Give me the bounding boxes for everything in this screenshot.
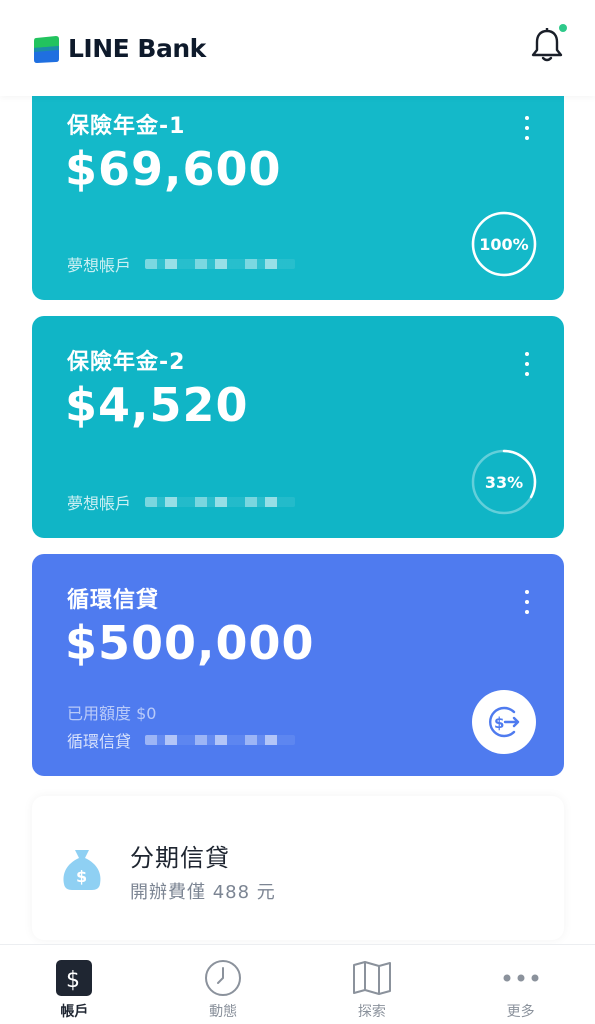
tab-explore[interactable]: 探索 bbox=[312, 945, 432, 1024]
bell-icon bbox=[531, 28, 563, 62]
account-label: 夢想帳戶 bbox=[67, 256, 132, 275]
tab-label: 帳戶 bbox=[60, 1004, 89, 1020]
card-title: 保險年金-2 bbox=[67, 350, 186, 375]
more-dots-icon bbox=[501, 959, 541, 997]
card-title: 循環信貸 bbox=[67, 588, 160, 613]
map-icon bbox=[352, 959, 392, 997]
installment-loan-card[interactable]: $ 分期信貸 開辦費僅 488 元 bbox=[32, 796, 564, 940]
notification-dot bbox=[559, 24, 567, 32]
line-bank-logo-icon bbox=[32, 34, 59, 63]
line-bank-logo[interactable]: LINE Bank bbox=[32, 34, 206, 63]
card-amount: $4,520 bbox=[65, 378, 249, 432]
card-account: 循環信貸 bbox=[67, 728, 296, 752]
tab-activity[interactable]: 動態 bbox=[163, 945, 283, 1024]
tab-label: 動態 bbox=[209, 1004, 238, 1020]
clock-icon bbox=[203, 959, 243, 997]
tab-label: 更多 bbox=[506, 1004, 535, 1020]
tab-more[interactable]: 更多 bbox=[461, 945, 581, 1024]
account-label: 循環信貸 bbox=[67, 732, 132, 751]
revolving-credit-card[interactable]: 循環信貸 $500,000 已用額度 $0 循環信貸 $ bbox=[32, 554, 564, 776]
progress-label: 100% bbox=[479, 234, 529, 254]
app-header: LINE Bank bbox=[0, 0, 595, 96]
dollar-transfer-icon: $ bbox=[489, 706, 520, 738]
used-limit: 已用額度 $0 bbox=[67, 704, 157, 723]
progress-label: 33% bbox=[484, 472, 524, 492]
card-menu-button[interactable] bbox=[524, 590, 530, 614]
dollar-square-icon: $ bbox=[54, 959, 94, 997]
money-bag-icon: $ bbox=[60, 846, 104, 892]
installment-subtitle: 開辦費僅 488 元 bbox=[130, 882, 276, 903]
card-menu-button[interactable] bbox=[524, 352, 530, 376]
card-account: 夢想帳戶 bbox=[67, 490, 296, 514]
card-account: 夢想帳戶 bbox=[67, 252, 296, 276]
card-menu-button[interactable] bbox=[524, 116, 530, 140]
account-label: 夢想帳戶 bbox=[67, 494, 132, 513]
tab-accounts[interactable]: $ 帳戶 bbox=[14, 945, 134, 1024]
svg-text:$: $ bbox=[76, 867, 87, 886]
svg-text:$: $ bbox=[494, 714, 504, 732]
annuity-card-1[interactable]: 保險年金-1 $69,600 夢想帳戶 100% bbox=[32, 70, 564, 300]
card-amount: $500,000 bbox=[65, 616, 315, 670]
transfer-button[interactable]: $ bbox=[472, 690, 536, 754]
tab-label: 探索 bbox=[357, 1004, 386, 1020]
installment-title: 分期信貸 bbox=[130, 844, 230, 872]
notification-button[interactable] bbox=[529, 24, 567, 64]
brand-name: LINE Bank bbox=[68, 33, 206, 63]
card-title: 保險年金-1 bbox=[67, 114, 186, 139]
masked-account-number bbox=[145, 259, 296, 269]
svg-text:$: $ bbox=[66, 968, 80, 993]
masked-account-number bbox=[145, 735, 296, 745]
annuity-card-2[interactable]: 保險年金-2 $4,520 夢想帳戶 33% bbox=[32, 316, 564, 538]
card-amount: $69,600 bbox=[65, 142, 282, 196]
bottom-tab-bar: $ 帳戶 動態 探索 更多 bbox=[0, 944, 595, 1024]
progress-ring: 100% bbox=[470, 210, 538, 278]
progress-ring: 33% bbox=[470, 448, 538, 516]
masked-account-number bbox=[145, 497, 296, 507]
